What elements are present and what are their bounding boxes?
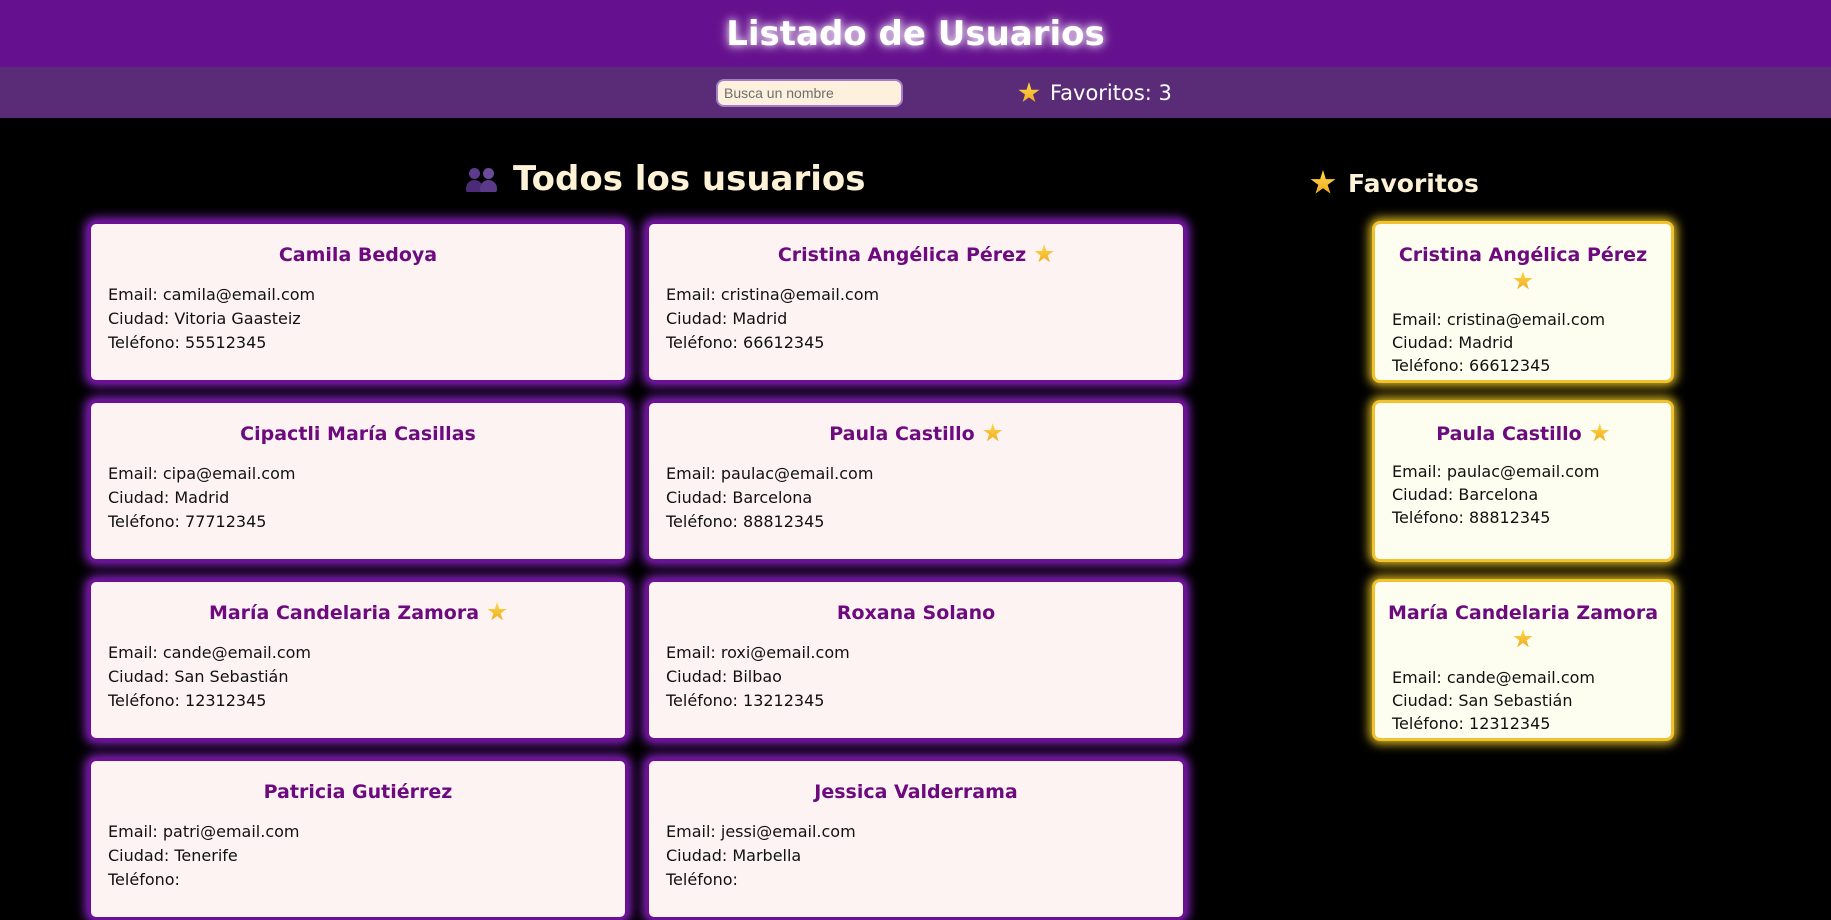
user-card[interactable]: Jessica Valderrama Email: jessi@email.com… bbox=[646, 758, 1186, 920]
user-name-text: Paula Castillo bbox=[829, 423, 975, 445]
user-phone: Teléfono: bbox=[108, 870, 180, 889]
user-city: Ciudad: Marbella bbox=[666, 846, 802, 865]
user-info: Email: paulac@email.com Ciudad: Barcelona… bbox=[1375, 460, 1671, 529]
user-info: Email: cristina@email.com Ciudad: Madrid T… bbox=[649, 283, 1183, 355]
user-city: Ciudad: Barcelona bbox=[1392, 485, 1539, 504]
user-name-text: Jessica Valderrama bbox=[814, 781, 1018, 803]
user-city: Ciudad: San Sebastián bbox=[108, 667, 289, 686]
user-name-text: Cristina Angélica Pérez bbox=[1398, 244, 1648, 266]
favorites-count-label: Favoritos: 3 bbox=[1050, 81, 1172, 105]
user-name-text: Roxana Solano bbox=[836, 602, 996, 624]
user-phone: Teléfono: 55512345 bbox=[108, 333, 267, 352]
all-users-title: Todos los usuarios bbox=[513, 159, 866, 199]
user-info: Email: patri@email.com Ciudad: Tenerife Te… bbox=[91, 820, 625, 892]
user-phone: Teléfono: 12312345 bbox=[108, 691, 267, 710]
user-email: Email: jessi@email.com bbox=[666, 822, 856, 841]
star-icon[interactable] bbox=[1513, 629, 1533, 648]
user-city: Ciudad: Madrid bbox=[1392, 333, 1514, 352]
user-name-text: Camila Bedoya bbox=[278, 244, 438, 266]
user-name-text: Paula Castillo bbox=[1436, 423, 1582, 445]
user-email: Email: patri@email.com bbox=[108, 822, 300, 841]
user-name-text: María Candelaria Zamora bbox=[208, 602, 480, 624]
favorite-card[interactable]: María Candelaria Zamora Email: cande@emai… bbox=[1372, 579, 1674, 741]
user-email: Email: cande@email.com bbox=[108, 643, 311, 662]
favorite-card[interactable]: Cristina Angélica Pérez Email: cristina@e… bbox=[1372, 221, 1674, 383]
user-city: Ciudad: Bilbao bbox=[666, 667, 782, 686]
star-icon[interactable] bbox=[1513, 271, 1533, 290]
user-email: Email: camila@email.com bbox=[108, 285, 316, 304]
user-city: Ciudad: Tenerife bbox=[108, 846, 238, 865]
star-icon bbox=[1018, 82, 1040, 103]
user-email: Email: cristina@email.com bbox=[666, 285, 880, 304]
search-input[interactable] bbox=[716, 79, 903, 107]
user-card[interactable]: Cristina Angélica Pérez Email: cristina@e… bbox=[646, 221, 1186, 383]
page-title: Listado de Usuarios bbox=[726, 13, 1105, 54]
star-icon[interactable] bbox=[983, 423, 1003, 442]
user-name: María Candelaria Zamora bbox=[1375, 600, 1671, 654]
user-name-text: Cipactli María Casillas bbox=[240, 423, 476, 445]
user-name: Paula Castillo bbox=[1375, 421, 1671, 448]
user-name: Roxana Solano bbox=[649, 600, 1183, 627]
all-users-heading: Todos los usuarios bbox=[465, 158, 866, 200]
user-card[interactable]: Paula Castillo Email: paulac@email.com Ciu… bbox=[646, 400, 1186, 562]
user-info: Email: cristina@email.com Ciudad: Madrid T… bbox=[1375, 308, 1671, 377]
user-info: Email: camila@email.com Ciudad: Vitoria G… bbox=[91, 283, 625, 355]
favorites-title: Favoritos bbox=[1348, 168, 1479, 198]
user-card[interactable]: María Candelaria Zamora Email: cande@emai… bbox=[88, 579, 628, 741]
toolbar: Favoritos: 3 bbox=[0, 67, 1831, 118]
user-name-text: María Candelaria Zamora bbox=[1387, 602, 1659, 624]
user-card[interactable]: Camila Bedoya Email: camila@email.com Ciud… bbox=[88, 221, 628, 383]
user-info: Email: cande@email.com Ciudad: San Sebast… bbox=[1375, 666, 1671, 735]
user-card[interactable]: Patricia Gutiérrez Email: patri@email.com… bbox=[88, 758, 628, 920]
star-icon[interactable] bbox=[1590, 423, 1610, 442]
star-icon[interactable] bbox=[487, 602, 507, 621]
user-city: Ciudad: Barcelona bbox=[666, 488, 813, 507]
user-city: Ciudad: Madrid bbox=[666, 309, 788, 328]
favorites-counter: Favoritos: 3 bbox=[1018, 79, 1172, 107]
user-email: Email: paulac@email.com bbox=[666, 464, 874, 483]
user-email: Email: paulac@email.com bbox=[1392, 462, 1600, 481]
user-city: Ciudad: Vitoria Gaasteiz bbox=[108, 309, 301, 328]
user-name: Camila Bedoya bbox=[91, 242, 625, 269]
user-info: Email: cande@email.com Ciudad: San Sebast… bbox=[91, 641, 625, 713]
favorite-card[interactable]: Paula Castillo Email: paulac@email.com Ciu… bbox=[1372, 400, 1674, 562]
user-info: Email: jessi@email.com Ciudad: Marbella Te… bbox=[649, 820, 1183, 892]
user-name: Jessica Valderrama bbox=[649, 779, 1183, 806]
user-city: Ciudad: Madrid bbox=[108, 488, 230, 507]
user-name: Cristina Angélica Pérez bbox=[1375, 242, 1671, 296]
user-name: Paula Castillo bbox=[649, 421, 1183, 448]
user-name: Cipactli María Casillas bbox=[91, 421, 625, 448]
user-card[interactable]: Roxana Solano Email: roxi@email.com Ciudad… bbox=[646, 579, 1186, 741]
user-name-text: Cristina Angélica Pérez bbox=[777, 244, 1027, 266]
user-phone: Teléfono: bbox=[666, 870, 738, 889]
user-name: Cristina Angélica Pérez bbox=[649, 242, 1183, 269]
user-phone: Teléfono: 12312345 bbox=[1392, 714, 1551, 733]
user-name-text: Patricia Gutiérrez bbox=[263, 781, 453, 803]
user-phone: Teléfono: 13212345 bbox=[666, 691, 825, 710]
user-info: Email: roxi@email.com Ciudad: Bilbao Teléf… bbox=[649, 641, 1183, 713]
user-city: Ciudad: San Sebastián bbox=[1392, 691, 1573, 710]
user-info: Email: paulac@email.com Ciudad: Barcelona… bbox=[649, 462, 1183, 534]
people-icon bbox=[465, 164, 501, 194]
user-info: Email: cipa@email.com Ciudad: Madrid Teléf… bbox=[91, 462, 625, 534]
user-email: Email: cristina@email.com bbox=[1392, 310, 1606, 329]
user-card[interactable]: Cipactli María Casillas Email: cipa@email… bbox=[88, 400, 628, 562]
user-name: María Candelaria Zamora bbox=[91, 600, 625, 627]
user-phone: Teléfono: 77712345 bbox=[108, 512, 267, 531]
star-icon[interactable] bbox=[1034, 244, 1054, 263]
user-phone: Teléfono: 88812345 bbox=[666, 512, 825, 531]
app-header: Listado de Usuarios bbox=[0, 0, 1831, 67]
star-icon bbox=[1310, 170, 1336, 194]
user-email: Email: cande@email.com bbox=[1392, 668, 1595, 687]
favorites-heading: Favoritos bbox=[1310, 166, 1479, 200]
user-phone: Teléfono: 66612345 bbox=[1392, 356, 1551, 375]
user-email: Email: roxi@email.com bbox=[666, 643, 850, 662]
user-email: Email: cipa@email.com bbox=[108, 464, 296, 483]
user-phone: Teléfono: 66612345 bbox=[666, 333, 825, 352]
user-phone: Teléfono: 88812345 bbox=[1392, 508, 1551, 527]
user-name: Patricia Gutiérrez bbox=[91, 779, 625, 806]
